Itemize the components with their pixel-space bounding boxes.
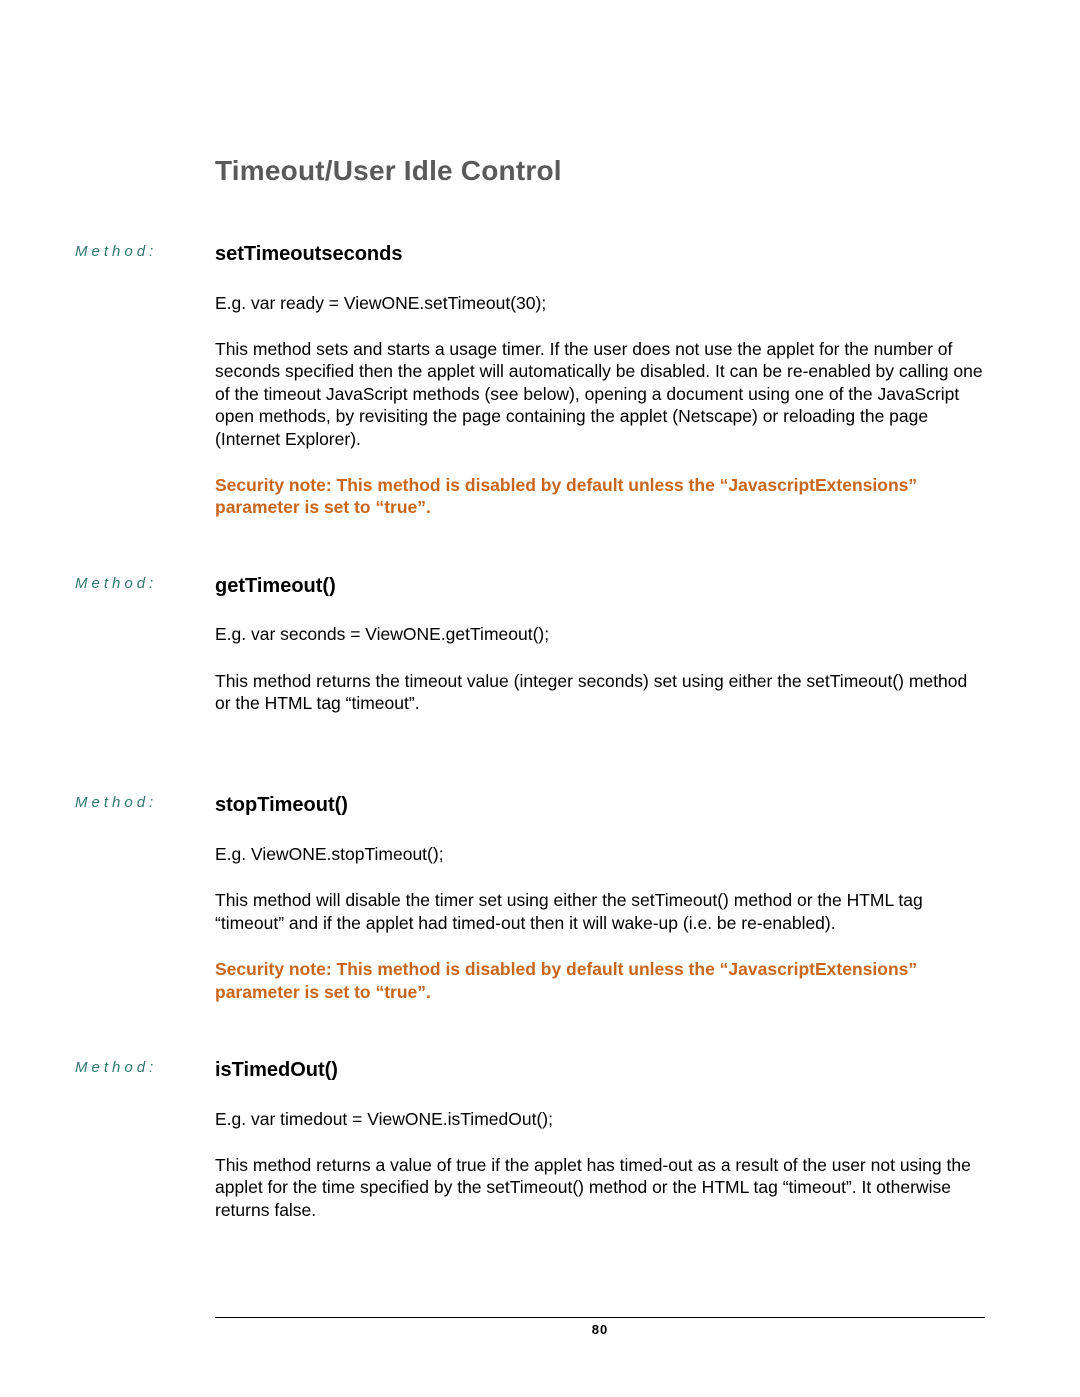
method-name: getTimeout() (215, 574, 985, 600)
method-description: This method will disable the timer set u… (215, 889, 985, 934)
method-body: stopTimeout() E.g. ViewONE.stopTimeout()… (215, 793, 985, 1003)
method-example: E.g. ViewONE.stopTimeout(); (215, 843, 985, 865)
page: Timeout/User Idle Control Method: setTim… (0, 0, 1080, 1397)
method-description: This method sets and starts a usage time… (215, 338, 985, 450)
method-label: Method: (75, 1058, 215, 1076)
method-label: Method: (75, 574, 215, 592)
method-label: Method: (75, 242, 215, 260)
method-name: stopTimeout() (215, 793, 985, 819)
security-note: Security note: This method is disabled b… (215, 958, 985, 1003)
method-example: E.g. var timedout = ViewONE.isTimedOut()… (215, 1108, 985, 1130)
method-description: This method returns the timeout value (i… (215, 670, 985, 715)
section-title: Timeout/User Idle Control (215, 155, 985, 187)
method-label: Method: (75, 793, 215, 811)
method-example: E.g. var seconds = ViewONE.getTimeout(); (215, 623, 985, 645)
method-body: getTimeout() E.g. var seconds = ViewONE.… (215, 574, 985, 739)
method-body: setTimeoutseconds E.g. var ready = ViewO… (215, 242, 985, 519)
security-note: Security note: This method is disabled b… (215, 474, 985, 519)
method-body: isTimedOut() E.g. var timedout = ViewONE… (215, 1058, 985, 1245)
method-block-stoptimeout: Method: stopTimeout() E.g. ViewONE.stopT… (75, 793, 985, 1003)
footer-divider (215, 1317, 985, 1318)
method-example: E.g. var ready = ViewONE.setTimeout(30); (215, 292, 985, 314)
method-block-settimeout: Method: setTimeoutseconds E.g. var ready… (75, 242, 985, 519)
method-name: setTimeoutseconds (215, 242, 985, 268)
method-description: This method returns a value of true if t… (215, 1154, 985, 1221)
method-block-gettimeout: Method: getTimeout() E.g. var seconds = … (75, 574, 985, 739)
method-block-istimedout: Method: isTimedOut() E.g. var timedout =… (75, 1058, 985, 1245)
page-number: 80 (215, 1322, 985, 1337)
method-name: isTimedOut() (215, 1058, 985, 1084)
page-footer: 80 (215, 1317, 985, 1337)
